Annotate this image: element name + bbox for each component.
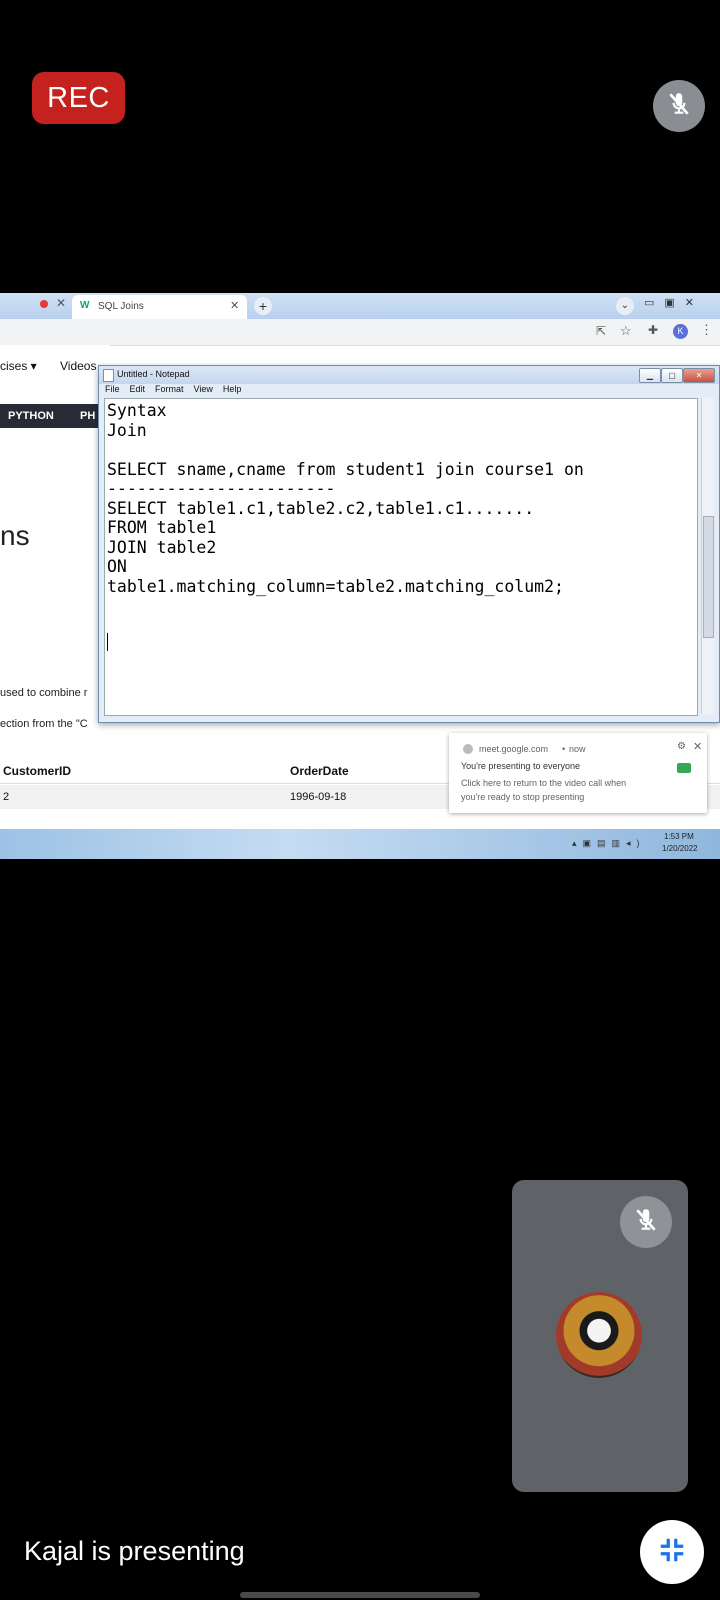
- site-top-nav: cises ▾ Videos: [0, 345, 110, 385]
- windows-taskbar: ▴▣▤▥◂) 1:53 PM 1/20/2022: [0, 829, 720, 859]
- self-mic-off-indicator: [620, 1196, 672, 1248]
- menu-help[interactable]: Help: [223, 384, 242, 398]
- exit-fullscreen-button[interactable]: [640, 1520, 704, 1584]
- notepad-content: Syntax Join SELECT sname,cname from stud…: [107, 401, 584, 596]
- nav-exercises[interactable]: cises ▾: [0, 359, 37, 373]
- gesture-home-bar[interactable]: [240, 1592, 480, 1598]
- new-tab-button[interactable]: +: [254, 297, 272, 315]
- scrollbar-thumb[interactable]: [703, 516, 714, 638]
- presenter-mic-off-indicator: [653, 80, 705, 132]
- browser-tab-bar: ✕ W SQL Joins ✕ + ⌄ ▭▣✕: [0, 293, 720, 319]
- close-tab-icon[interactable]: ✕: [230, 299, 239, 312]
- close-button[interactable]: ✕: [683, 368, 715, 383]
- notepad-window[interactable]: Untitled - Notepad ▁ ▢ ✕ File Edit Forma…: [98, 365, 720, 723]
- chrome-icon: [463, 744, 473, 754]
- settings-gear-icon[interactable]: ⚙: [677, 741, 686, 752]
- close-tab-icon[interactable]: ✕: [56, 296, 66, 310]
- menu-edit[interactable]: Edit: [130, 384, 146, 398]
- notepad-menu-bar: File Edit Format View Help: [105, 384, 241, 398]
- taskbar-time: 1:53 PM: [664, 832, 694, 841]
- nav-videos[interactable]: Videos: [60, 359, 96, 373]
- page-paragraph: used to combine r: [0, 687, 88, 699]
- notepad-scrollbar[interactable]: [701, 398, 714, 714]
- system-tray-icons[interactable]: ▴▣▤▥◂): [572, 838, 646, 849]
- tab-title: SQL Joins: [98, 301, 144, 312]
- table-cell: 1996-09-18: [290, 791, 347, 803]
- mic-off-icon: [666, 91, 692, 122]
- recording-dot-icon: [40, 300, 48, 308]
- mic-off-icon: [633, 1207, 659, 1238]
- self-view-tile[interactable]: [512, 1180, 688, 1492]
- notepad-app-icon: [103, 369, 114, 382]
- google-meet-icon: [677, 763, 691, 773]
- notification-source: meet.google.com: [479, 744, 549, 754]
- exit-fullscreen-icon: [657, 1535, 687, 1570]
- notepad-title-bar[interactable]: Untitled - Notepad ▁ ▢ ✕: [99, 366, 719, 384]
- tab-search-button[interactable]: ⌄: [616, 297, 634, 315]
- table-cell: 2: [3, 791, 10, 803]
- avatar: [556, 1292, 642, 1378]
- w3schools-logo-icon: W: [80, 300, 90, 311]
- notification-time: now: [569, 744, 586, 754]
- maximize-button[interactable]: ▢: [661, 368, 683, 383]
- column-header: CustomerID: [3, 764, 72, 778]
- browser-toolbar: ⇱ ☆ ✚ K ⋮: [0, 319, 720, 346]
- notification-title: You're presenting to everyone: [461, 761, 580, 771]
- browser-menu-icon[interactable]: ⋮: [700, 322, 713, 338]
- page-heading: ns: [0, 520, 30, 551]
- browser-tab-previous[interactable]: ✕: [0, 293, 72, 319]
- shared-screen[interactable]: ✕ W SQL Joins ✕ + ⌄ ▭▣✕ ⇱ ☆ ✚ K ⋮ cises …: [0, 293, 720, 859]
- page-paragraph: ection from the "C: [0, 718, 88, 730]
- profile-avatar[interactable]: K: [673, 324, 688, 339]
- share-icon[interactable]: ⇱: [596, 324, 606, 338]
- text-cursor: [107, 633, 108, 651]
- browser-tab-active[interactable]: W SQL Joins ✕: [72, 295, 247, 319]
- window-controls[interactable]: ▭▣✕: [644, 296, 704, 309]
- notepad-title: Untitled - Notepad: [117, 369, 190, 379]
- menu-file[interactable]: File: [105, 384, 120, 398]
- close-icon[interactable]: ✕: [693, 740, 702, 753]
- nav-python[interactable]: PYTHON: [8, 410, 54, 422]
- presenter-caption: Kajal is presenting: [24, 1536, 245, 1566]
- bookmark-star-icon[interactable]: ☆: [620, 323, 632, 339]
- minimize-button[interactable]: ▁: [639, 368, 661, 383]
- notification-body: Click here to return to the video call w…: [461, 778, 627, 802]
- menu-format[interactable]: Format: [155, 384, 184, 398]
- site-topic-nav: PYTHON PH: [0, 404, 110, 428]
- screen-share-notification[interactable]: meet.google.com • now ⚙ ✕ You're present…: [449, 733, 707, 813]
- menu-view[interactable]: View: [194, 384, 213, 398]
- notepad-text-area[interactable]: Syntax Join SELECT sname,cname from stud…: [104, 398, 698, 716]
- nav-php[interactable]: PH: [80, 410, 95, 422]
- taskbar-date: 1/20/2022: [662, 844, 698, 853]
- column-header: OrderDate: [290, 764, 349, 778]
- recording-badge: REC: [32, 72, 125, 124]
- extensions-icon[interactable]: ✚: [648, 323, 658, 337]
